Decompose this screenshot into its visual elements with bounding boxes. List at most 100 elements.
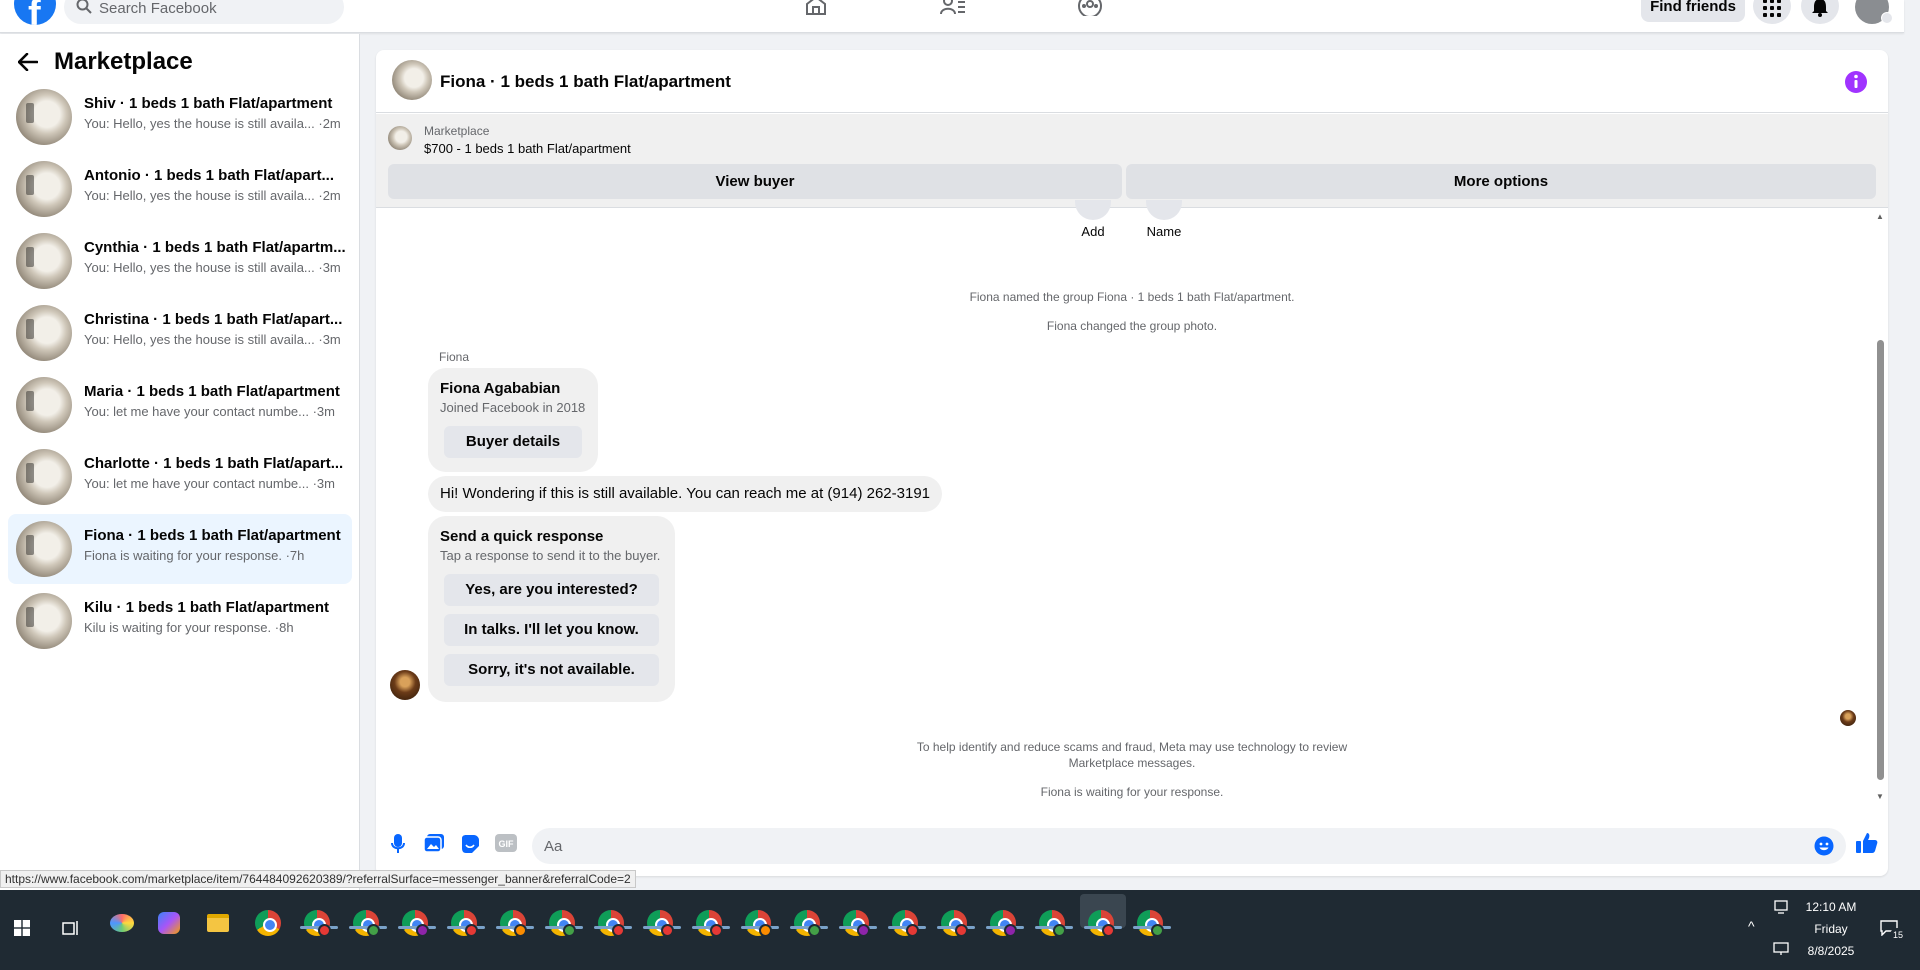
- system-message: Fiona named the group Fiona · 1 beds 1 b…: [969, 290, 1295, 304]
- buyer-joined: Joined Facebook in 2018: [440, 400, 586, 415]
- sender-avatar[interactable]: [390, 670, 420, 700]
- paint-app-icon[interactable]: [110, 910, 140, 940]
- gif-icon[interactable]: GIF: [495, 834, 517, 852]
- tray-chevron-icon[interactable]: ^: [1748, 918, 1755, 934]
- more-options-button[interactable]: More options: [1126, 164, 1876, 199]
- conversation-item[interactable]: Antonio · 1 beds 1 bath Flat/apart... Yo…: [8, 154, 352, 224]
- notification-count-badge: 15: [1890, 928, 1906, 942]
- chrome-profile-icon[interactable]: [794, 910, 824, 940]
- facebook-logo[interactable]: f: [14, 0, 56, 25]
- conversation-item[interactable]: Charlotte · 1 beds 1 bath Flat/apart... …: [8, 442, 352, 512]
- clock-day[interactable]: Friday: [1800, 922, 1862, 936]
- chat-header: Fiona · 1 beds 1 bath Flat/apartment: [376, 50, 1888, 113]
- chrome-profile-icon[interactable]: [1039, 910, 1069, 940]
- chrome-profile-icon[interactable]: [892, 910, 922, 940]
- sender-name: Fiona: [439, 350, 470, 364]
- device-icon[interactable]: [1773, 900, 1789, 914]
- windows-start-icon[interactable]: [14, 920, 30, 936]
- task-view-icon[interactable]: [62, 920, 80, 936]
- scam-notice-line2: Marketplace messages.: [1068, 756, 1196, 770]
- network-icon[interactable]: [1773, 942, 1789, 956]
- grid-menu-icon: [1763, 0, 1781, 17]
- chrome-profile-icon[interactable]: [941, 910, 971, 940]
- pencil-icon: [1146, 200, 1182, 220]
- chrome-profile-icon[interactable]: [647, 910, 677, 940]
- conversation-item[interactable]: Maria · 1 beds 1 bath Flat/apartment You…: [8, 370, 352, 440]
- conversation-item[interactable]: Cynthia · 1 beds 1 bath Flat/apartm... Y…: [8, 226, 352, 296]
- home-icon[interactable]: [804, 0, 828, 16]
- chrome-profile-icon[interactable]: [696, 910, 726, 940]
- emoji-icon[interactable]: [1814, 836, 1834, 856]
- chrome-profile-icon[interactable]: [402, 910, 432, 940]
- like-thumbs-up-icon[interactable]: [1856, 832, 1878, 854]
- quick-response-option[interactable]: In talks. I'll let you know.: [444, 614, 659, 646]
- conversation-item[interactable]: Kilu · 1 beds 1 bath Flat/apartment Kilu…: [8, 586, 352, 656]
- chrome-profile-icon[interactable]: [451, 910, 481, 940]
- view-buyer-button[interactable]: View buyer: [388, 164, 1122, 199]
- chrome-profile-icon[interactable]: [745, 910, 775, 940]
- scroll-up-arrow-icon[interactable]: ▲: [1876, 212, 1884, 221]
- search-box[interactable]: Search Facebook: [64, 0, 344, 24]
- message-input[interactable]: Aa: [532, 828, 1846, 864]
- conversation-item-active[interactable]: Fiona · 1 beds 1 bath Flat/apartment Fio…: [8, 514, 352, 584]
- name-group-action[interactable]: Name: [1140, 200, 1188, 239]
- chrome-profile-icon[interactable]: [304, 910, 334, 940]
- chat-avatar[interactable]: [392, 60, 432, 100]
- chrome-profile-icon[interactable]: [598, 910, 628, 940]
- info-icon[interactable]: [1844, 70, 1868, 94]
- chrome-profile-icon[interactable]: [1137, 910, 1167, 940]
- chrome-profile-icon[interactable]: [1088, 910, 1118, 940]
- conversation-item[interactable]: Christina · 1 beds 1 bath Flat/apart... …: [8, 298, 352, 368]
- scroll-down-arrow-icon[interactable]: ▼: [1876, 792, 1884, 801]
- conversation-avatar: [16, 377, 72, 433]
- quick-response-subtitle: Tap a response to send it to the buyer.: [440, 548, 661, 563]
- conversation-preview: Kilu is waiting for your response. ·8h: [84, 620, 294, 635]
- scam-notice-line1: To help identify and reduce scams and fr…: [916, 740, 1348, 754]
- chrome-profile-icon[interactable]: [353, 910, 383, 940]
- name-label: Name: [1146, 224, 1182, 239]
- listing-thumbnail[interactable]: [388, 126, 412, 150]
- message-scrollbar[interactable]: ▲ ▼: [1874, 212, 1886, 802]
- system-message: Fiona changed the group photo.: [1046, 319, 1218, 333]
- back-arrow-icon[interactable]: [18, 53, 38, 71]
- incoming-message[interactable]: Hi! Wondering if this is still available…: [428, 476, 942, 512]
- scrollbar-thumb[interactable]: [1877, 340, 1884, 780]
- friends-icon[interactable]: [940, 0, 966, 16]
- chrome-profile-icon[interactable]: [843, 910, 873, 940]
- menu-button[interactable]: [1753, 0, 1791, 24]
- quick-response-option[interactable]: Sorry, it's not available.: [444, 654, 659, 686]
- buyer-details-button[interactable]: Buyer details: [444, 426, 582, 458]
- conversation-preview: You: let me have your contact numbe... ·…: [84, 404, 335, 419]
- clock-time[interactable]: 12:10 AM: [1800, 900, 1862, 914]
- conversation-name: Fiona · 1 beds 1 bath Flat/apartment: [84, 527, 341, 544]
- chat-title[interactable]: Fiona · 1 beds 1 bath Flat/apartment: [440, 72, 731, 92]
- conversation-name: Maria · 1 beds 1 bath Flat/apartment: [84, 383, 340, 400]
- conversation-avatar: [16, 233, 72, 289]
- conversation-item[interactable]: Shiv · 1 beds 1 bath Flat/apartment You:…: [8, 82, 352, 152]
- windows-taskbar: ^ 12:10 AM Friday 8/8/2025 15: [0, 890, 1920, 970]
- chrome-profile-icon[interactable]: [500, 910, 530, 940]
- quick-response-option[interactable]: Yes, are you interested?: [444, 574, 659, 606]
- chrome-profile-icon[interactable]: [990, 910, 1020, 940]
- browser-status-url: https://www.facebook.com/marketplace/ite…: [0, 870, 636, 888]
- file-explorer-icon[interactable]: [207, 910, 237, 940]
- chrome-app-icon[interactable]: [255, 910, 285, 940]
- add-people-action[interactable]: Add: [1071, 200, 1115, 239]
- microphone-icon[interactable]: [391, 834, 405, 854]
- clock-date[interactable]: 8/8/2025: [1800, 944, 1862, 958]
- copilot-app-icon[interactable]: [158, 910, 188, 940]
- conversation-name: Charlotte · 1 beds 1 bath Flat/apart...: [84, 455, 344, 472]
- photo-icon[interactable]: [424, 834, 444, 852]
- groups-icon[interactable]: [1077, 0, 1103, 16]
- listing-title[interactable]: $700 - 1 beds 1 bath Flat/apartment: [424, 141, 631, 156]
- chrome-profile-icon[interactable]: [549, 910, 579, 940]
- conversation-name: Shiv · 1 beds 1 bath Flat/apartment: [84, 95, 333, 112]
- conversation-avatar: [16, 305, 72, 361]
- account-caret-icon[interactable]: [1881, 12, 1893, 24]
- buyer-name: Fiona Agababian: [440, 380, 561, 397]
- notifications-button[interactable]: [1801, 0, 1839, 24]
- find-friends-button[interactable]: Find friends: [1641, 0, 1745, 22]
- sidebar-title: Marketplace: [54, 48, 193, 75]
- sticker-icon[interactable]: [460, 834, 480, 854]
- conversation-preview: You: Hello, yes the house is still avail…: [84, 116, 341, 131]
